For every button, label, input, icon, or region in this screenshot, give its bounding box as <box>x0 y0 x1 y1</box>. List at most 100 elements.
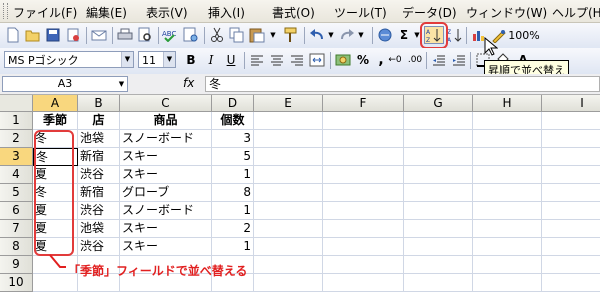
formula-input[interactable]: 冬 <box>205 76 600 92</box>
cell-b5[interactable]: 新宿 <box>78 184 120 202</box>
font-size-select[interactable]: 11 ▼ <box>138 51 176 68</box>
cell-g3[interactable] <box>404 148 473 166</box>
menu-format[interactable]: 書式(O) <box>272 4 315 21</box>
cell-e6[interactable] <box>254 202 323 220</box>
cell-f1[interactable] <box>323 112 404 130</box>
print-icon[interactable] <box>116 26 134 44</box>
cell-e2[interactable] <box>254 130 323 148</box>
cell-h4[interactable] <box>473 166 542 184</box>
cell-e7[interactable] <box>254 220 323 238</box>
column-header-c[interactable]: C <box>120 95 212 112</box>
cell-g1[interactable] <box>404 112 473 130</box>
currency-icon[interactable] <box>334 51 352 69</box>
cell-d1[interactable]: 個数 <box>212 112 254 130</box>
cell-b1[interactable]: 店 <box>78 112 120 130</box>
cell-h3[interactable] <box>473 148 542 166</box>
cell-c6[interactable]: スノーボード <box>120 202 212 220</box>
decrease-decimal-icon[interactable]: .00 <box>406 51 424 69</box>
research-icon[interactable] <box>182 26 200 44</box>
cell-c7[interactable]: スキー <box>120 220 212 238</box>
cut-icon[interactable] <box>208 26 226 44</box>
select-all-corner[interactable] <box>0 95 33 112</box>
autosum-icon[interactable]: Σ <box>396 26 412 44</box>
cell-f3[interactable] <box>323 148 404 166</box>
cell-b2[interactable]: 池袋 <box>78 130 120 148</box>
cell-i9[interactable] <box>542 256 600 274</box>
undo-icon[interactable] <box>308 26 326 44</box>
name-box[interactable]: A3 ▼ <box>2 76 128 92</box>
paste-icon[interactable] <box>248 26 266 44</box>
column-header-d[interactable]: D <box>212 95 254 112</box>
column-header-e[interactable]: E <box>254 95 323 112</box>
cell-f2[interactable] <box>323 130 404 148</box>
cell-h6[interactable] <box>473 202 542 220</box>
align-left-icon[interactable] <box>248 51 266 69</box>
cell-f6[interactable] <box>323 202 404 220</box>
row-header-1[interactable]: 1 <box>0 112 33 130</box>
cell-b8[interactable]: 渋谷 <box>78 238 120 256</box>
open-icon[interactable] <box>24 26 42 44</box>
cell-d3[interactable]: 5 <box>212 148 254 166</box>
cell-e4[interactable] <box>254 166 323 184</box>
menu-window[interactable]: ウィンドウ(W) <box>466 4 547 21</box>
cell-f9[interactable] <box>323 256 404 274</box>
cell-g4[interactable] <box>404 166 473 184</box>
cell-f5[interactable] <box>323 184 404 202</box>
new-icon[interactable] <box>4 26 22 44</box>
cell-g7[interactable] <box>404 220 473 238</box>
row-header-10[interactable]: 10 <box>0 274 33 292</box>
cell-i4[interactable] <box>542 166 600 184</box>
cell-c1[interactable]: 商品 <box>120 112 212 130</box>
row-header-4[interactable]: 4 <box>0 166 33 184</box>
column-header-i[interactable]: I <box>542 95 600 112</box>
cell-d2[interactable]: 3 <box>212 130 254 148</box>
cell-i3[interactable] <box>542 148 600 166</box>
cell-h2[interactable] <box>473 130 542 148</box>
column-header-g[interactable]: G <box>404 95 473 112</box>
cell-d8[interactable]: 1 <box>212 238 254 256</box>
cell-h7[interactable] <box>473 220 542 238</box>
menu-data[interactable]: データ(D) <box>402 4 457 21</box>
align-center-icon[interactable] <box>268 51 286 69</box>
cell-d6[interactable]: 1 <box>212 202 254 220</box>
cell-e1[interactable] <box>254 112 323 130</box>
cell-b6[interactable]: 渋谷 <box>78 202 120 220</box>
cell-i2[interactable] <box>542 130 600 148</box>
increase-decimal-icon[interactable]: ←0 <box>386 51 404 69</box>
sort-descending-icon[interactable]: ZA <box>446 26 464 44</box>
decrease-indent-icon[interactable] <box>430 51 448 69</box>
underline-button[interactable]: U <box>222 51 240 69</box>
cell-f7[interactable] <box>323 220 404 238</box>
cell-h9[interactable] <box>473 256 542 274</box>
row-header-2[interactable]: 2 <box>0 130 33 148</box>
cell-g2[interactable] <box>404 130 473 148</box>
row-header-6[interactable]: 6 <box>0 202 33 220</box>
cell-g9[interactable] <box>404 256 473 274</box>
bold-button[interactable]: B <box>182 51 200 69</box>
italic-button[interactable]: I <box>202 51 220 69</box>
row-header-7[interactable]: 7 <box>0 220 33 238</box>
menu-file[interactable]: ファイル(F) <box>13 4 77 21</box>
percent-icon[interactable]: % <box>354 51 372 69</box>
cell-b7[interactable]: 池袋 <box>78 220 120 238</box>
cell-d5[interactable]: 8 <box>212 184 254 202</box>
menu-tools[interactable]: ツール(T) <box>334 4 387 21</box>
permission-icon[interactable] <box>64 26 82 44</box>
chevron-down-icon[interactable]: ▼ <box>116 77 127 91</box>
undo-dropdown-icon[interactable]: ▼ <box>326 26 336 44</box>
copy-icon[interactable] <box>228 26 246 44</box>
column-header-b[interactable]: B <box>78 95 120 112</box>
row-header-9[interactable]: 9 <box>0 256 33 274</box>
merge-center-icon[interactable] <box>308 51 326 69</box>
redo-dropdown-icon[interactable]: ▼ <box>356 26 366 44</box>
cell-g8[interactable] <box>404 238 473 256</box>
font-name-select[interactable]: MS Pゴシック ▼ <box>4 51 134 68</box>
cell-h5[interactable] <box>473 184 542 202</box>
spelling-icon[interactable]: ABC <box>162 26 180 44</box>
row-header-3[interactable]: 3 <box>0 148 33 166</box>
cell-g5[interactable] <box>404 184 473 202</box>
save-icon[interactable] <box>44 26 62 44</box>
cell-c8[interactable]: スキー <box>120 238 212 256</box>
cell-f8[interactable] <box>323 238 404 256</box>
cell-h1[interactable] <box>473 112 542 130</box>
